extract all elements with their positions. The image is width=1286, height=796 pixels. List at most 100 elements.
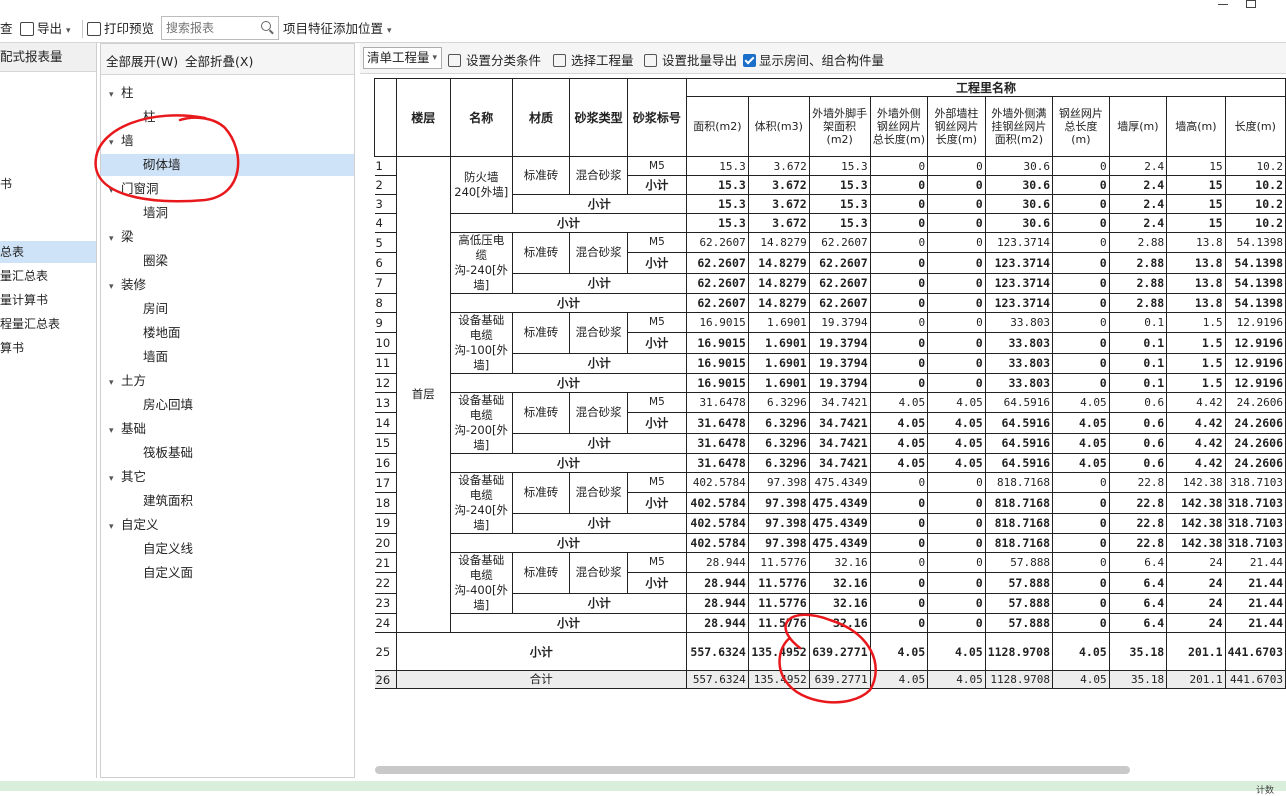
table-cell[interactable]: 19.3794 bbox=[808, 352, 871, 375]
table-cell[interactable]: 2.88 bbox=[1108, 293, 1168, 313]
table-cell[interactable]: 0 bbox=[1052, 533, 1110, 553]
table-cell[interactable]: 3.672 bbox=[747, 213, 810, 233]
table-cell[interactable]: 0 bbox=[869, 293, 929, 313]
table-cell[interactable]: 0 bbox=[927, 471, 986, 494]
table-cell[interactable]: 33.803 bbox=[984, 373, 1054, 393]
table-cell[interactable]: 14.8279 bbox=[747, 293, 810, 313]
table-cell[interactable]: 0 bbox=[1052, 373, 1110, 393]
table-cell[interactable]: 15 bbox=[1166, 213, 1226, 233]
table-cell[interactable]: 97.398 bbox=[747, 533, 810, 553]
tree-group[interactable]: ▾ 土方 bbox=[109, 370, 146, 392]
table-cell[interactable]: 1.6901 bbox=[747, 373, 810, 393]
table-cell[interactable]: 1.5 bbox=[1166, 311, 1226, 334]
table-row[interactable]: 12 小计 16.9015 1.6901 19.3794 0 0 33.803 0 0.1 1.5 1… bbox=[374, 373, 1286, 393]
tree-item[interactable]: 房间 bbox=[101, 298, 168, 320]
table-cell[interactable]: 1.5 bbox=[1166, 352, 1226, 375]
tree-item[interactable]: 房心回填 bbox=[101, 394, 193, 416]
table-cell[interactable]: 135.4952 bbox=[747, 670, 810, 689]
table-cell[interactable]: 0.6 bbox=[1108, 391, 1168, 414]
table-cell[interactable]: 402.5784 bbox=[686, 492, 749, 514]
table-cell[interactable]: 4.05 bbox=[1052, 412, 1110, 434]
mortar-type-cell[interactable]: 混合砂浆 bbox=[569, 392, 628, 434]
table-cell[interactable]: 32.16 bbox=[808, 572, 871, 594]
table-cell[interactable]: 30.6 bbox=[984, 175, 1054, 195]
tree-item[interactable]: 筏板基础 bbox=[101, 442, 193, 464]
table-cell[interactable]: 34.7421 bbox=[808, 453, 871, 473]
table-cell[interactable]: 441.6703 bbox=[1224, 670, 1286, 689]
table-cell[interactable]: 2.4 bbox=[1108, 156, 1168, 176]
mortar-grade-cell[interactable]: M5 bbox=[626, 156, 688, 176]
table-row[interactable]: 15 小计 31.6478 6.3296 34.7421 4.05 4.05 64.5916 4… bbox=[374, 432, 1286, 455]
column-header[interactable]: 材质 bbox=[511, 78, 571, 157]
table-cell[interactable]: 97.398 bbox=[747, 492, 810, 514]
table-cell[interactable]: 0 bbox=[927, 194, 986, 214]
tree-group[interactable]: ▾ 墙 bbox=[109, 130, 134, 152]
tree-group[interactable]: ▾ 装修 bbox=[109, 274, 146, 296]
table-cell[interactable]: 0 bbox=[1052, 551, 1110, 574]
mortar-type-cell[interactable]: 混合砂浆 bbox=[569, 156, 628, 195]
table-cell[interactable]: 33.803 bbox=[984, 311, 1054, 334]
table-cell[interactable]: 142.38 bbox=[1166, 533, 1226, 553]
table-cell[interactable]: 0 bbox=[1052, 471, 1110, 494]
table-row[interactable]: 9 设备基础电缆沟-100[外墙] 标准砖 混合砂浆 M5 16.9015 1.6901 19… bbox=[374, 311, 1286, 374]
table-cell[interactable]: 10.2 bbox=[1224, 194, 1286, 214]
material-cell[interactable]: 标准砖 bbox=[511, 552, 571, 594]
tree-item[interactable]: 柱 bbox=[101, 106, 156, 128]
maximize-icon[interactable] bbox=[1246, 0, 1256, 8]
chevron-down-icon[interactable]: ▾ bbox=[109, 228, 121, 250]
table-cell[interactable]: 4.05 bbox=[869, 412, 929, 434]
table-cell[interactable]: 142.38 bbox=[1166, 492, 1226, 514]
table-cell[interactable]: 1128.9708 bbox=[984, 670, 1054, 689]
table-cell[interactable]: 57.888 bbox=[984, 572, 1054, 594]
table-cell[interactable]: 0 bbox=[869, 332, 929, 354]
table-cell[interactable]: 1.6901 bbox=[747, 352, 810, 375]
table-cell[interactable]: 135.4952 bbox=[747, 632, 810, 671]
table-cell[interactable]: 818.7168 bbox=[984, 471, 1054, 494]
table-cell[interactable]: 19.3794 bbox=[808, 373, 871, 393]
tree-item[interactable]: 楼地面 bbox=[101, 322, 181, 344]
table-cell[interactable]: 818.7168 bbox=[984, 492, 1054, 514]
report-list-item[interactable]: 总表 bbox=[0, 241, 96, 263]
table-cell[interactable]: 22.8 bbox=[1108, 512, 1168, 535]
table-cell[interactable]: 31.6478 bbox=[686, 391, 749, 414]
table-cell[interactable]: 4.42 bbox=[1166, 453, 1226, 473]
table-cell[interactable]: 30.6 bbox=[984, 156, 1054, 176]
table-cell[interactable]: 0 bbox=[927, 252, 986, 274]
tree-group[interactable]: ▾ 其它 bbox=[109, 466, 146, 488]
table-cell[interactable]: 0 bbox=[869, 533, 929, 553]
table-cell[interactable]: 22.8 bbox=[1108, 533, 1168, 553]
table-cell[interactable]: 0.6 bbox=[1108, 412, 1168, 434]
table-cell[interactable]: 441.6703 bbox=[1224, 632, 1286, 671]
chevron-down-icon[interactable]: ▾ bbox=[109, 516, 121, 538]
table-cell[interactable]: 0 bbox=[1052, 231, 1110, 254]
table-cell[interactable]: 10.2 bbox=[1224, 175, 1286, 195]
table-cell[interactable]: 0 bbox=[869, 213, 929, 233]
column-header[interactable]: 墙厚(m) bbox=[1108, 96, 1168, 157]
table-cell[interactable]: 475.4349 bbox=[808, 492, 871, 514]
table-cell[interactable]: 15.3 bbox=[808, 213, 871, 233]
table-cell[interactable]: 4.05 bbox=[927, 670, 986, 689]
table-cell[interactable]: 0 bbox=[927, 592, 986, 615]
table-cell[interactable]: 0 bbox=[1052, 213, 1110, 233]
table-cell[interactable]: 639.2771 bbox=[808, 632, 871, 671]
chevron-down-icon[interactable]: ▾ bbox=[109, 84, 121, 106]
table-cell[interactable]: 19.3794 bbox=[808, 311, 871, 334]
table-cell[interactable]: 57.888 bbox=[984, 551, 1054, 574]
table-cell[interactable]: 475.4349 bbox=[808, 512, 871, 535]
table-cell[interactable]: 0.6 bbox=[1108, 453, 1168, 473]
table-cell[interactable]: 201.1 bbox=[1166, 632, 1226, 671]
table-cell[interactable]: 13.8 bbox=[1166, 272, 1226, 295]
table-cell[interactable]: 0 bbox=[1052, 272, 1110, 295]
mortar-type-cell[interactable]: 混合砂浆 bbox=[569, 472, 628, 514]
table-cell[interactable]: 15.3 bbox=[686, 194, 749, 214]
table-cell[interactable]: 818.7168 bbox=[984, 512, 1054, 535]
mortar-type-cell[interactable]: 混合砂浆 bbox=[569, 312, 628, 354]
table-row[interactable]: 4 小计 15.3 3.672 15.3 0 0 30.6 0 2.4 15 10.2 bbox=[374, 213, 1286, 233]
table-cell[interactable]: 3.672 bbox=[747, 175, 810, 195]
table-cell[interactable]: 21.44 bbox=[1224, 551, 1286, 574]
table-cell[interactable]: 34.7421 bbox=[808, 391, 871, 414]
table-cell[interactable]: 0 bbox=[869, 471, 929, 494]
table-cell[interactable]: 0 bbox=[1052, 194, 1110, 214]
table-cell[interactable]: 4.05 bbox=[1052, 432, 1110, 455]
table-cell[interactable]: 6.4 bbox=[1108, 572, 1168, 594]
